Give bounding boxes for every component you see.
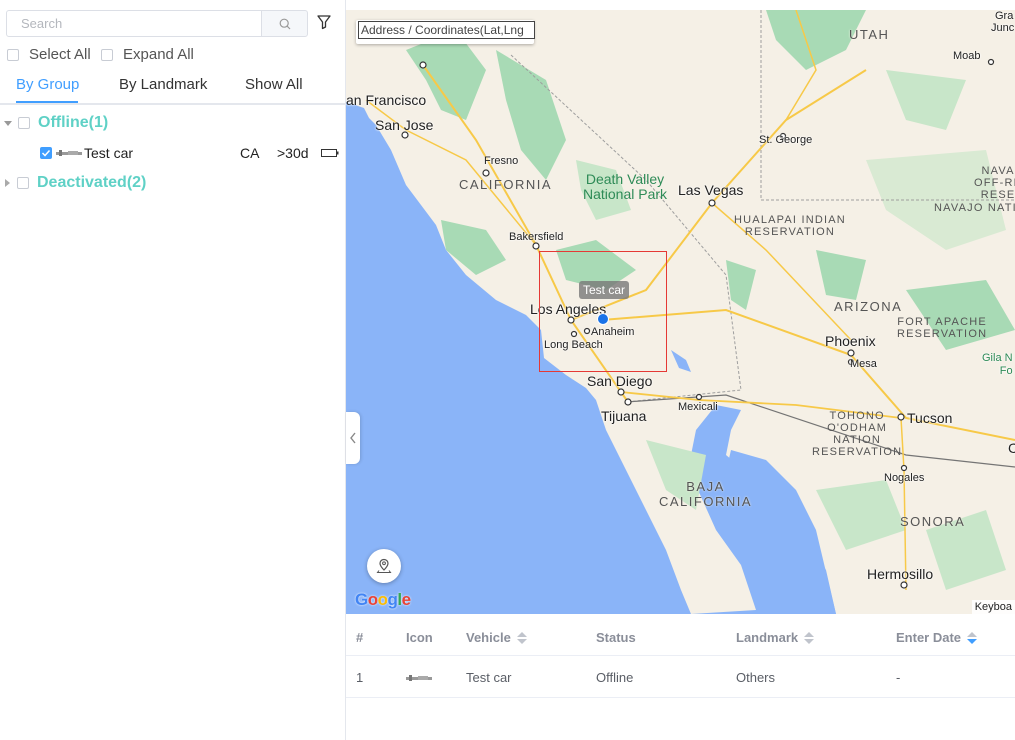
- group-deactivated-checkbox[interactable]: [17, 177, 29, 189]
- map-label-c-edge: C: [1008, 440, 1015, 456]
- car-icon: [406, 675, 432, 681]
- header-divider: [346, 655, 1015, 656]
- group-offline-label: Offline(1): [38, 114, 109, 131]
- caret-down-icon[interactable]: [4, 120, 12, 126]
- group-deactivated[interactable]: Deactivated(2): [5, 174, 146, 192]
- map-view[interactable]: UTAH Moab Gra Junc an Francisco San Jose…: [346, 10, 1015, 614]
- row-divider: [346, 697, 1015, 698]
- vehicle-marker[interactable]: [597, 313, 609, 325]
- collapse-panel-button[interactable]: [346, 412, 360, 464]
- map-label-baja-california: BAJA CALIFORNIA: [659, 479, 753, 509]
- keyboard-shortcuts-link[interactable]: Keyboa: [971, 600, 1015, 614]
- search-input[interactable]: [6, 10, 262, 37]
- vehicle-panel: Select All Expand All By Group By Landma…: [0, 0, 346, 740]
- landmark-header-label: Landmark: [736, 630, 799, 645]
- map-label-mexicali: Mexicali: [678, 401, 718, 413]
- vehicle-row-test-car[interactable]: Test car: [40, 145, 133, 161]
- column-header-icon: Icon: [406, 630, 433, 645]
- expand-all-checkbox[interactable]: [101, 48, 113, 61]
- vehicle-checkbox[interactable]: [40, 147, 52, 159]
- column-header-status: Status: [596, 630, 636, 645]
- tab-by-landmark[interactable]: By Landmark: [119, 76, 207, 93]
- select-all-checkbox[interactable]: [7, 48, 19, 61]
- map-label-mesa: Mesa: [850, 358, 877, 370]
- view-tabs: By Group By Landmark Show All: [0, 70, 345, 105]
- vehicle-map-label[interactable]: Test car: [579, 281, 630, 299]
- filter-icon: [317, 15, 331, 30]
- map-label-tijuana: Tijuana: [601, 408, 647, 424]
- map-label-navajo-reservation: NAVA OFF-RE RESE: [974, 165, 1015, 201]
- map-label-navajo-nation: NAVAJO NATI: [934, 202, 1015, 214]
- map-label-las-vegas: Las Vegas: [678, 182, 744, 198]
- map-label-junc: Junc: [991, 22, 1015, 34]
- vehicle-name: Test car: [84, 145, 134, 161]
- sort-desc-icon[interactable]: [967, 631, 978, 644]
- group-deactivated-label: Deactivated(2): [37, 174, 147, 191]
- search-button[interactable]: [261, 10, 308, 37]
- select-all-option[interactable]: Select All: [7, 46, 91, 63]
- locate-button[interactable]: [367, 549, 401, 583]
- cell-enter-date: -: [896, 670, 901, 685]
- sort-icon[interactable]: [516, 631, 527, 644]
- cell-vehicle: Test car: [466, 670, 512, 685]
- map-label-san-diego: San Diego: [587, 373, 653, 389]
- sort-icon[interactable]: [804, 631, 815, 644]
- map-label-nogales: Nogales: [884, 472, 925, 484]
- column-header-number: #: [356, 630, 364, 645]
- address-search-box: [356, 20, 535, 44]
- map-label-phoenix: Phoenix: [825, 333, 876, 349]
- filter-button[interactable]: [316, 14, 336, 34]
- map-label-st-george: St. George: [759, 134, 813, 146]
- map-label-fresno: Fresno: [484, 155, 519, 167]
- map-label-california: CALIFORNIA: [459, 177, 553, 192]
- map-label-arizona: ARIZONA: [834, 299, 903, 314]
- vehicle-offline-duration: >30d: [277, 145, 309, 161]
- cell-landmark: Others: [736, 670, 776, 685]
- battery-icon: [321, 149, 339, 157]
- cell-number: 1: [356, 670, 364, 685]
- tab-show-all[interactable]: Show All: [245, 76, 303, 93]
- vehicle-header-label: Vehicle: [466, 630, 511, 645]
- vehicle-bounds-rectangle: [539, 251, 667, 372]
- enter-date-header-label: Enter Date: [896, 630, 962, 645]
- map-label-hualapai: HUALAPAI INDIAN RESERVATION: [734, 214, 846, 238]
- map-label-utah: UTAH: [849, 27, 890, 42]
- cell-status: Offline: [596, 670, 634, 685]
- active-tab-indicator: [16, 101, 78, 103]
- chevron-left-icon: [350, 432, 356, 444]
- group-offline-checkbox[interactable]: [18, 117, 30, 129]
- map-label-gra: Gra: [995, 10, 1014, 22]
- map-label-san-jose: San Jose: [375, 117, 434, 133]
- map-label-death-valley: Death Valley National Park: [583, 171, 668, 202]
- map-label-gila: Gila N Fo: [982, 352, 1013, 377]
- expand-all-option[interactable]: Expand All: [101, 46, 194, 63]
- map-label-tucson: Tucson: [907, 410, 953, 426]
- address-input[interactable]: [358, 21, 535, 39]
- map-label-bakersfield: Bakersfield: [509, 231, 564, 243]
- tab-by-group[interactable]: By Group: [16, 76, 79, 93]
- car-icon: [56, 150, 82, 156]
- group-offline[interactable]: Offline(1): [4, 114, 108, 132]
- vehicle-state: CA: [240, 145, 260, 161]
- search-icon: [279, 18, 290, 29]
- google-logo: Google: [355, 590, 411, 609]
- map-label-hermosillo: Hermosillo: [867, 566, 934, 582]
- column-header-landmark[interactable]: Landmark: [736, 630, 815, 645]
- location-pin-icon: [376, 558, 392, 573]
- column-header-enter-date[interactable]: Enter Date: [896, 630, 978, 645]
- column-header-vehicle[interactable]: Vehicle: [466, 630, 527, 645]
- map-label-fort-apache: FORT APACHE RESERVATION: [897, 316, 988, 340]
- map-label-sonora: SONORA: [900, 514, 966, 529]
- caret-right-icon[interactable]: [5, 179, 10, 187]
- expand-all-label: Expand All: [123, 46, 194, 63]
- select-all-label: Select All: [29, 46, 91, 63]
- map-label-moab: Moab: [953, 50, 981, 62]
- vehicle-table: # Icon Vehicle Status Landmark Enter Dat…: [346, 614, 1015, 740]
- map-label-tohono: TOHONO O'ODHAM NATION RESERVATION: [812, 410, 903, 458]
- map-label-san-francisco: an Francisco: [346, 92, 427, 108]
